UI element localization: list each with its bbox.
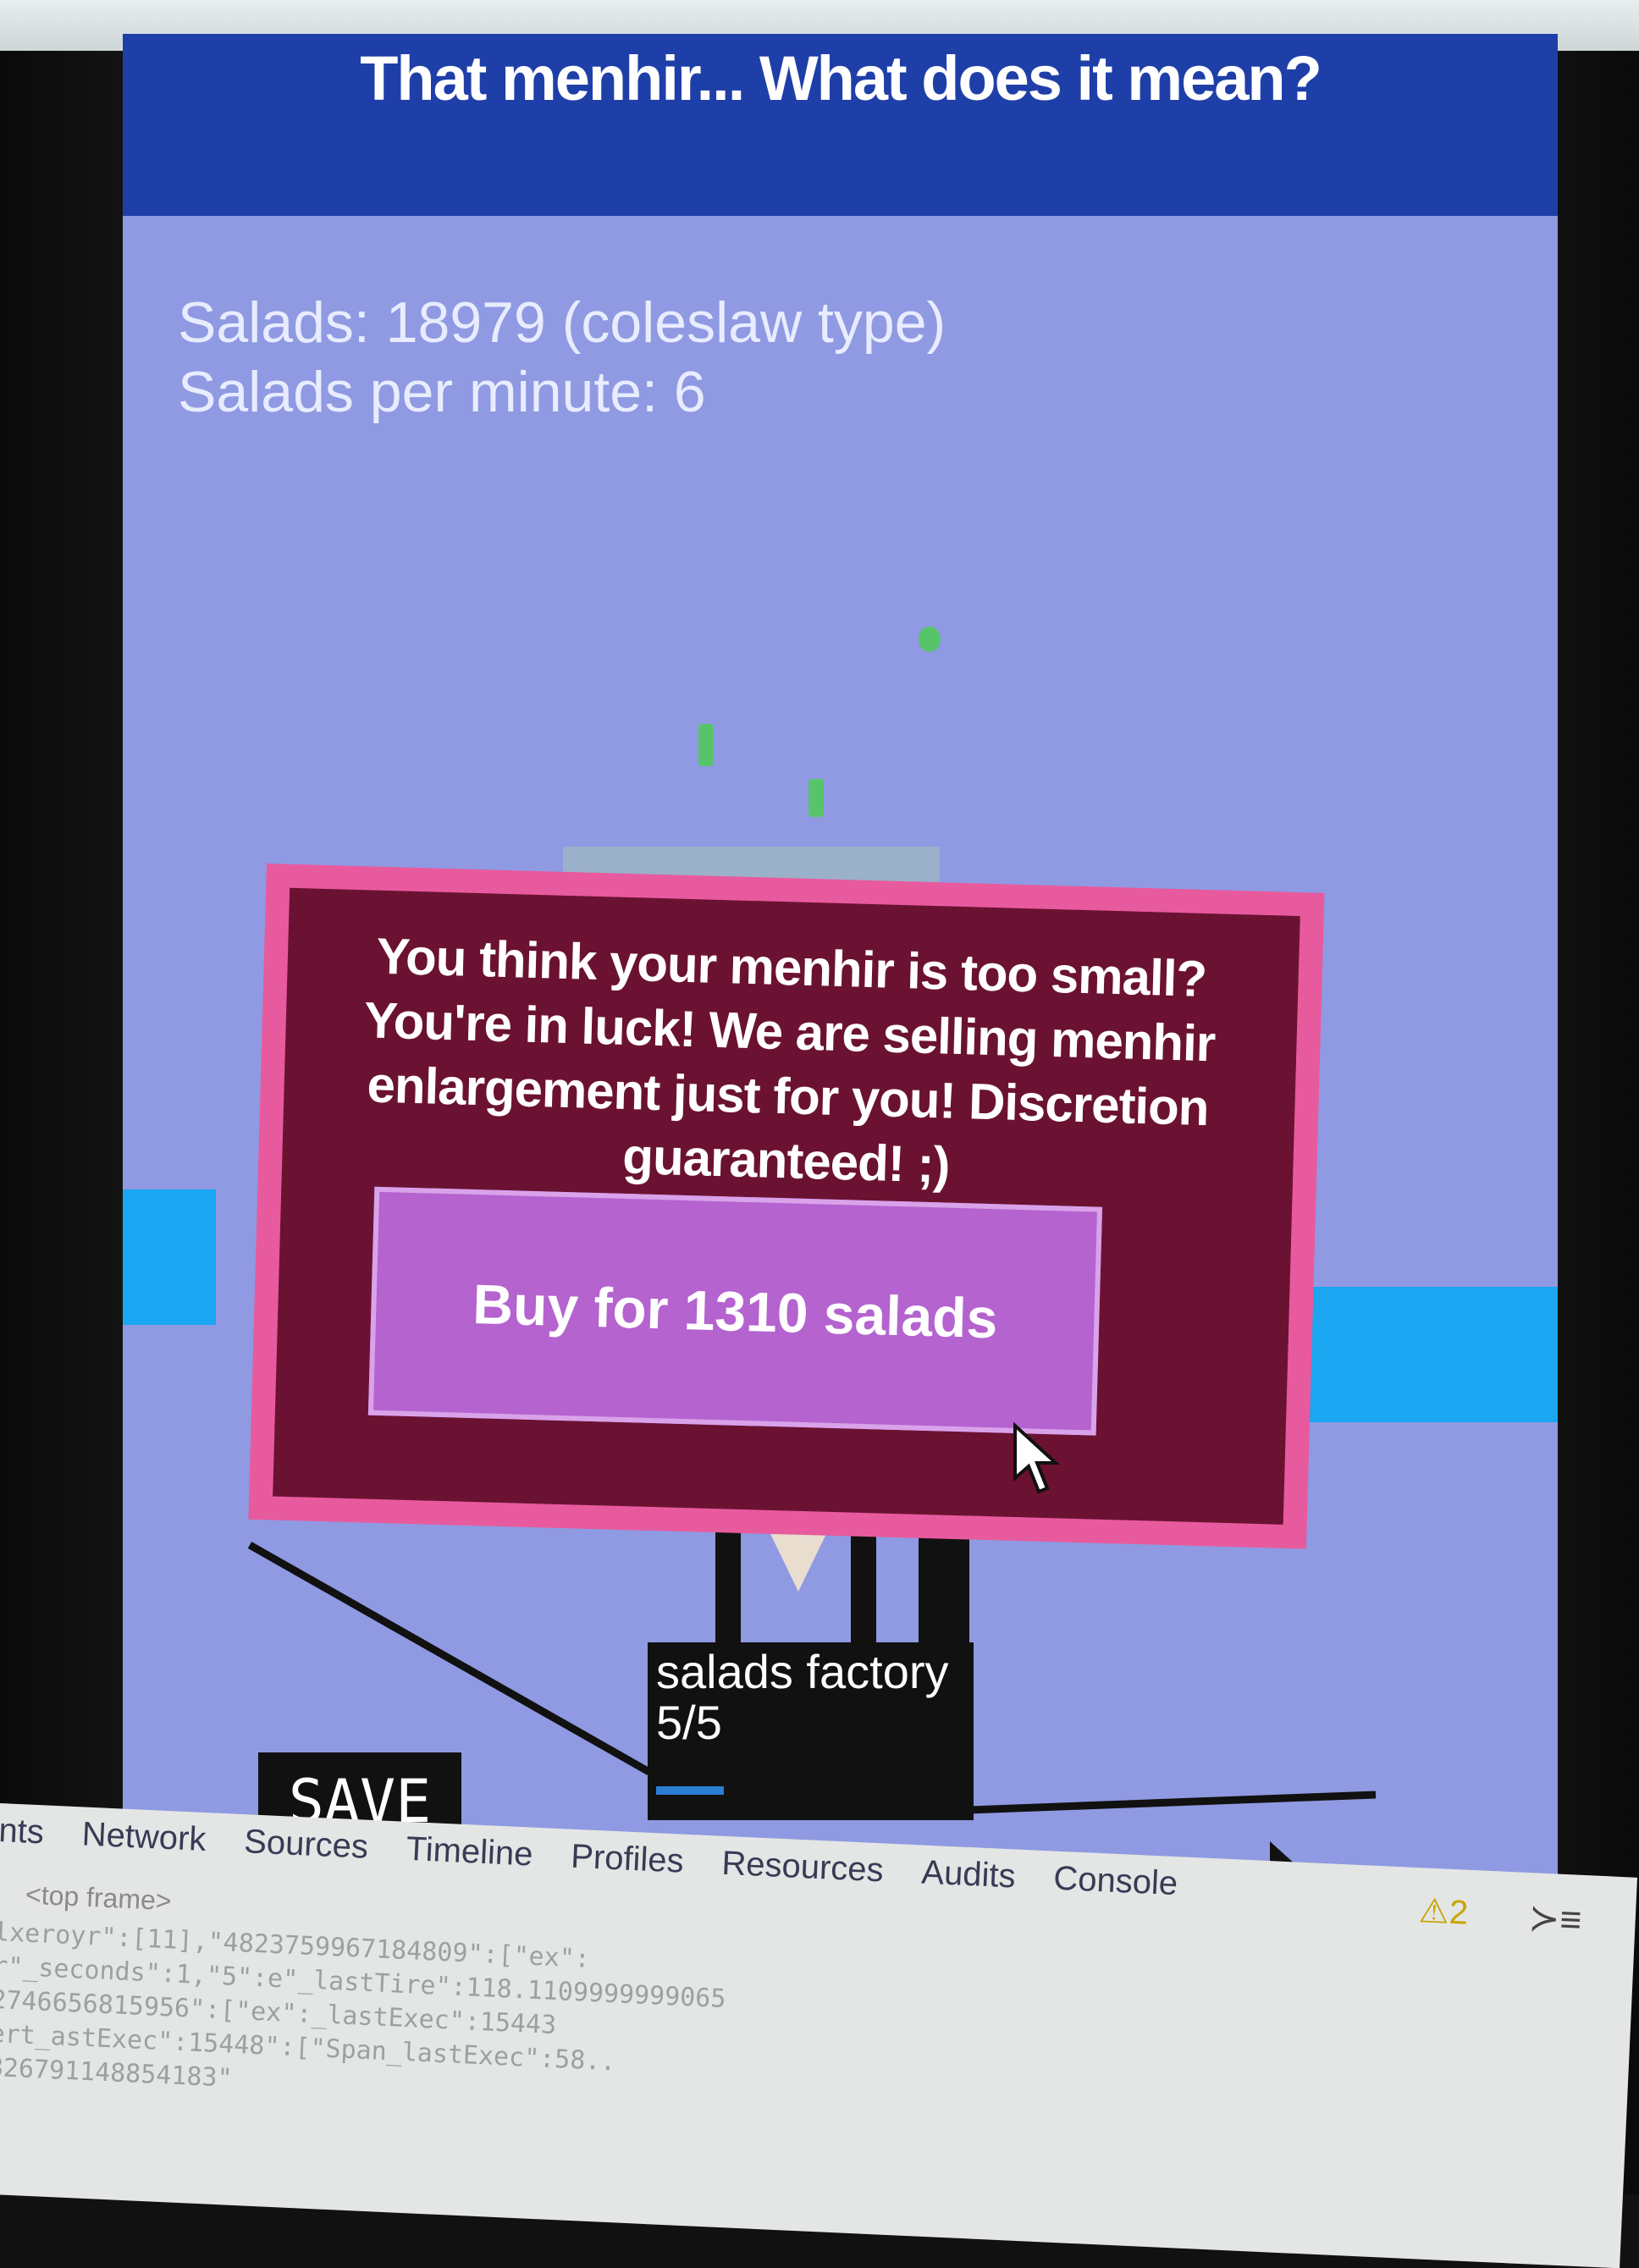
game-canvas[interactable]: That menhir... What does it mean? Salads… — [123, 34, 1558, 2006]
tab-audits[interactable]: Audits — [919, 1853, 1017, 1917]
popup-message: You think your menhir is too small? You'… — [363, 927, 1217, 1194]
buy-button[interactable]: Buy for 1310 salads — [367, 1186, 1103, 1436]
tab-network[interactable]: Network — [80, 1815, 207, 1880]
tab-console[interactable]: Console — [1051, 1860, 1179, 1925]
tab-profiles[interactable]: Profiles — [569, 1838, 684, 1902]
factory-chimney — [919, 1524, 969, 1659]
console-line: 826791148854183" — [0, 2052, 234, 2094]
mouse-cursor-icon — [1013, 1422, 1061, 1494]
warning-count[interactable]: ⚠2 — [1418, 1891, 1469, 1933]
warning-count-value: 2 — [1448, 1893, 1470, 1932]
salads-factory[interactable]: salads factory 5/5 — [648, 1642, 974, 1820]
tab-sources[interactable]: Sources — [242, 1823, 369, 1888]
factory-name: salads factory — [656, 1645, 949, 1698]
console-drawer-icon[interactable]: ≻≡ — [1528, 1896, 1583, 1942]
devtools-panel: nts Network Sources Timeline Profiles Re… — [0, 1803, 1638, 2268]
upgrade-popup: You think your menhir is too small? You'… — [248, 864, 1325, 1549]
factory-progress-bar — [656, 1786, 965, 1795]
tab-elements[interactable]: nts — [0, 1812, 45, 1873]
tab-timeline[interactable]: Timeline — [405, 1830, 534, 1896]
tab-resources[interactable]: Resources — [720, 1845, 885, 1912]
frame-selector[interactable]: <top frame> — [25, 1879, 172, 1917]
factory-progress-fill — [656, 1786, 725, 1795]
factory-count: 5/5 — [656, 1696, 722, 1749]
